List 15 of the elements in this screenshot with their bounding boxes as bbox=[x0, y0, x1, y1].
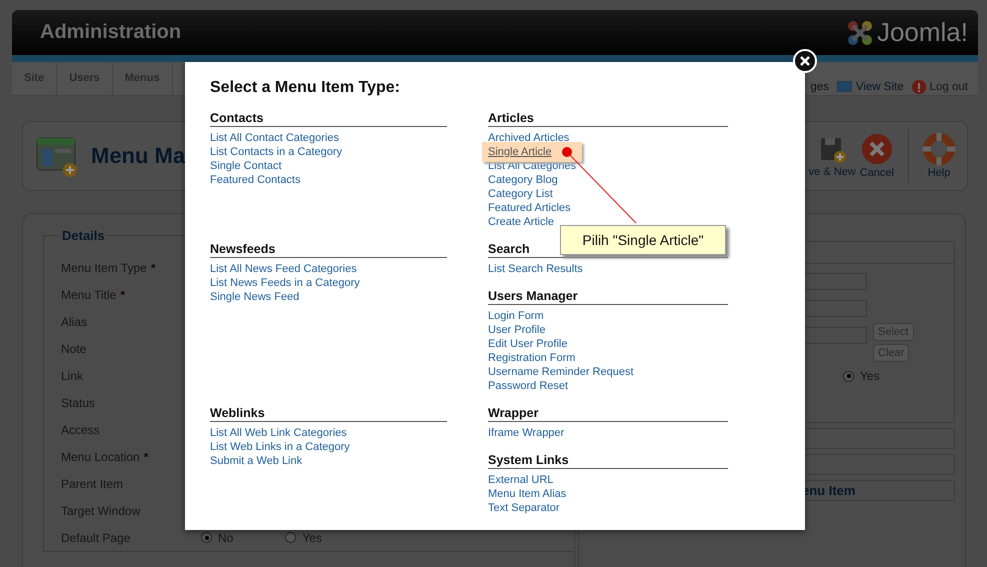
required-mark: * bbox=[150, 260, 156, 274]
group-heading: Articles bbox=[488, 111, 728, 127]
app-title: Administration bbox=[40, 21, 182, 44]
group-heading: Users Manager bbox=[488, 289, 728, 305]
required-mark: * bbox=[144, 450, 148, 464]
required-mark: * bbox=[120, 288, 126, 302]
page-title: Menu Ma bbox=[91, 143, 186, 169]
group-heading: Weblinks bbox=[210, 406, 447, 422]
dialog-title: Select a Menu Item Type: bbox=[210, 79, 401, 97]
group-heading: Wrapper bbox=[488, 406, 728, 422]
group-heading: Contacts bbox=[210, 111, 447, 127]
fieldset-legend: Details bbox=[61, 228, 106, 243]
group-heading: Newsfeeds bbox=[210, 242, 447, 258]
logo-text: Joomla! bbox=[876, 17, 968, 48]
group-heading: System Links bbox=[488, 453, 728, 469]
